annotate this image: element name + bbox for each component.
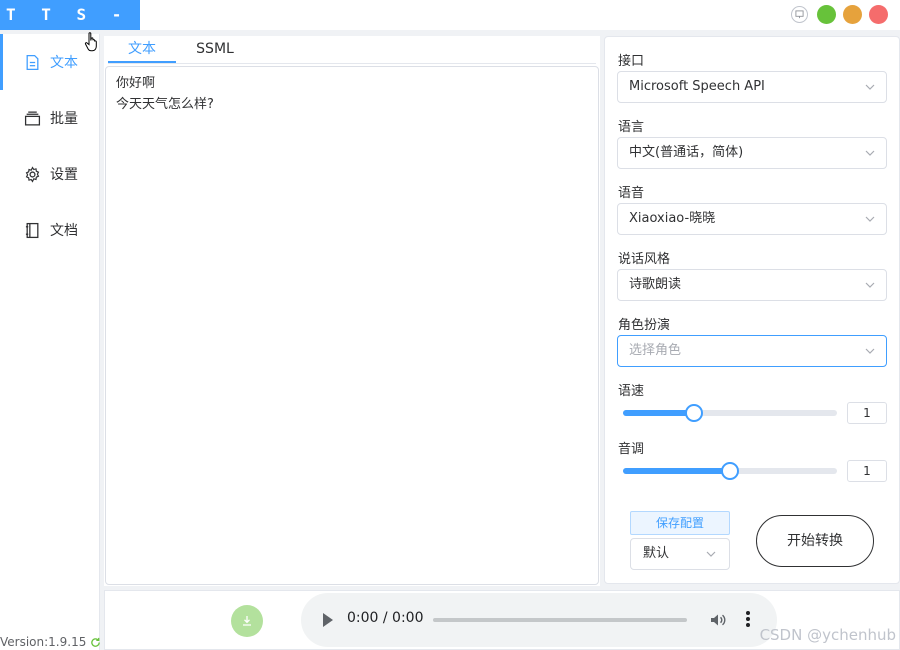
pitch-input[interactable]: 1 [847,460,887,482]
player-time: 0:00 / 0:00 [347,610,424,626]
text-input[interactable]: 你好啊 今天天气怎么样? [105,66,599,585]
title-bar: T T S - V U E [0,0,900,30]
sidebar-item-batch[interactable]: 批量 [0,90,99,146]
gear-icon [25,165,40,183]
style-value: 诗歌朗读 [629,277,682,292]
pitch-slider[interactable] [623,462,837,480]
sidebar-item-docs[interactable]: 文档 [0,202,99,258]
editor-tabs: 文本 SSML [108,36,596,64]
rate-slider-fill [623,410,694,416]
book-icon [25,222,39,238]
player-progress-bar[interactable] [433,618,687,622]
volume-icon[interactable] [709,611,727,629]
api-select[interactable]: Microsoft Speech API [617,71,887,103]
language-select[interactable]: 中文(普通话，简体) [617,137,887,169]
pitch-label: 音调 [618,442,645,457]
rate-label: 语速 [618,384,645,399]
pitch-slider-handle[interactable] [721,462,739,480]
preset-select[interactable]: 默认 [630,538,730,570]
pitch-slider-fill [623,468,730,474]
sidebar: 文本 批量 设置 文档 Version:1.9.15 [0,34,101,650]
sidebar-item-label: 批量 [50,111,78,127]
version-info: Version:1.9.15 [0,634,101,650]
hand-cursor-icon [84,32,97,52]
window-controls [791,5,888,24]
settings-panel: 接口 Microsoft Speech API 语言 中文(普通话，简体) 语音… [604,36,900,584]
minimize-button[interactable] [843,5,862,24]
mini-mode-button[interactable] [791,6,808,23]
preset-value: 默认 [643,546,670,561]
download-button[interactable] [231,605,263,637]
style-select[interactable]: 诗歌朗读 [617,269,887,301]
rate-slider-handle[interactable] [684,404,703,422]
chevron-down-icon [865,348,875,354]
chevron-down-icon [865,216,875,222]
tab-text[interactable]: 文本 [108,36,176,63]
language-label: 语言 [618,120,645,135]
maximize-button[interactable] [817,5,836,24]
voice-value: Xiaoxiao-晓晓 [629,211,716,226]
chevron-down-icon [706,551,716,557]
style-label: 说话风格 [618,252,671,267]
rate-slider[interactable] [623,404,837,422]
sidebar-item-label: 设置 [50,167,78,183]
role-placeholder: 选择角色 [629,343,682,358]
tab-ssml[interactable]: SSML [176,36,254,63]
sidebar-item-label: 文本 [50,55,78,71]
api-value: Microsoft Speech API [629,79,765,94]
version-text: Version:1.9.15 [0,635,87,649]
chevron-down-icon [865,150,875,156]
watermark: CSDN @ychenhub [759,626,896,644]
audio-player: 0:00 / 0:00 [301,593,777,647]
voice-select[interactable]: Xiaoxiao-晓晓 [617,203,887,235]
save-config-button[interactable]: 保存配置 [630,511,730,535]
language-value: 中文(普通话，简体) [629,145,744,160]
more-options-icon[interactable] [745,610,751,630]
refresh-icon[interactable] [90,637,101,648]
chevron-down-icon [865,84,875,90]
sidebar-item-settings[interactable]: 设置 [0,146,99,202]
editor-panel: 文本 SSML 你好啊 今天天气怎么样? [104,36,600,586]
api-label: 接口 [618,54,645,69]
chevron-down-icon [865,282,875,288]
role-select[interactable]: 选择角色 [617,335,887,367]
play-icon[interactable] [323,613,333,627]
start-convert-button[interactable]: 开始转换 [756,515,874,567]
document-icon [26,54,39,70]
role-label: 角色扮演 [618,318,671,333]
close-button[interactable] [869,5,888,24]
stack-icon [24,110,41,126]
monitor-icon [795,10,804,19]
download-icon [243,616,251,626]
rate-input[interactable]: 1 [847,402,887,424]
voice-label: 语音 [618,186,645,201]
sidebar-item-label: 文档 [50,223,78,239]
app-logo: T T S - V U E [0,0,227,30]
